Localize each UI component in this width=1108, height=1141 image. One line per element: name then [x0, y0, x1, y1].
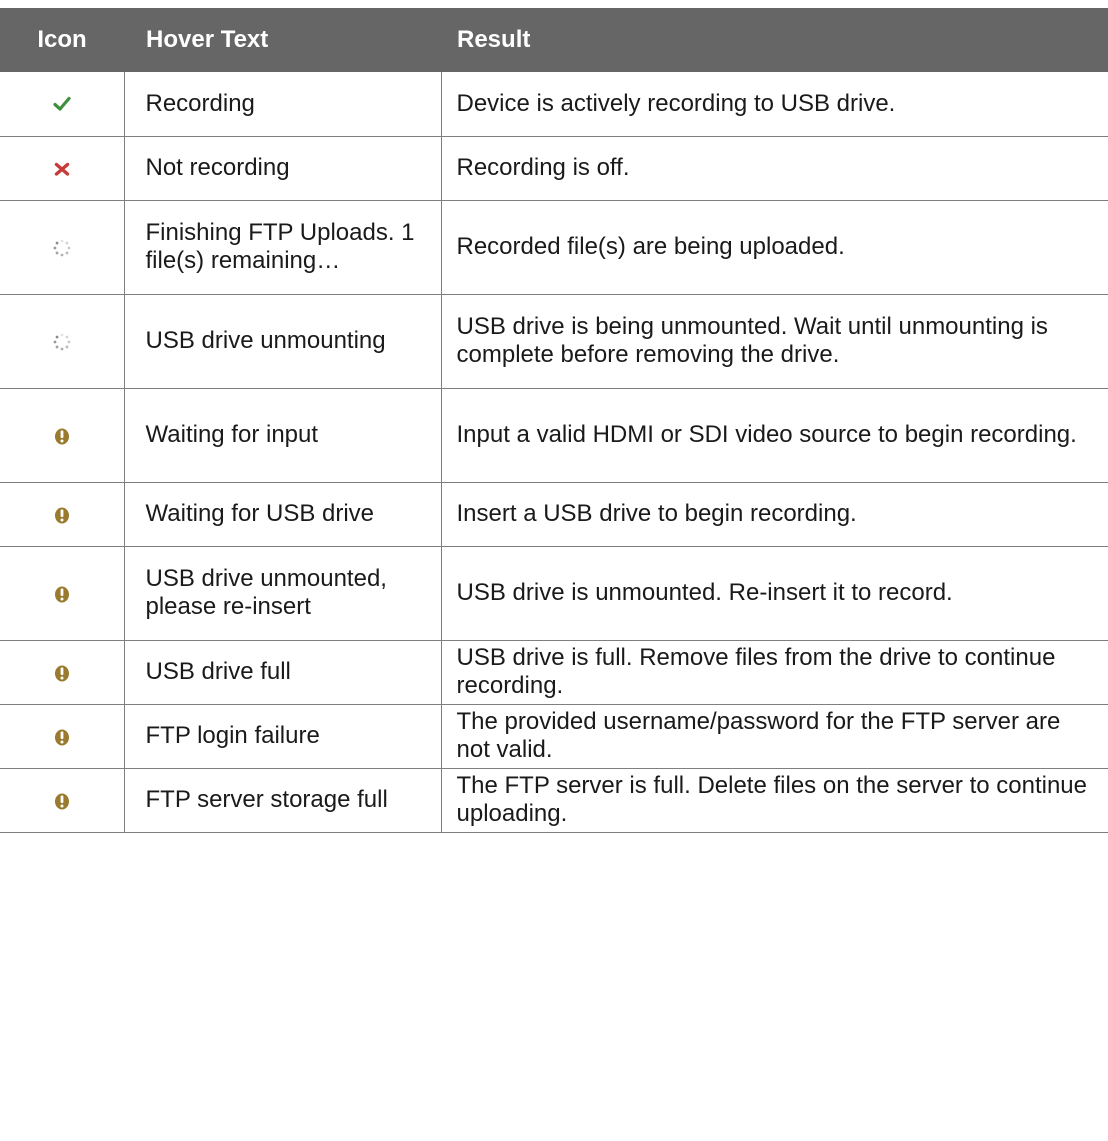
hover-text-cell: USB drive unmounted, please re-insert [124, 546, 442, 641]
warning-icon [51, 504, 73, 526]
hover-text-cell: USB drive full [124, 640, 442, 705]
x-icon [51, 158, 73, 180]
spinner-icon [51, 237, 73, 259]
hover-text-cell: FTP login failure [124, 704, 442, 769]
table-row: USB drive unmounted, please re-insert US… [0, 546, 1108, 641]
status-icon-table: Icon Hover Text Result Recording Device … [0, 8, 1108, 833]
table-row: Waiting for USB drive Insert a USB drive… [0, 482, 1108, 547]
table-body: Recording Device is actively recording t… [0, 72, 1108, 833]
icon-cell [0, 200, 125, 295]
icon-cell [0, 388, 125, 483]
table-row: USB drive full USB drive is full. Remove… [0, 640, 1108, 705]
table-row: FTP login failure The provided username/… [0, 704, 1108, 769]
hover-text-cell: Recording [124, 72, 442, 137]
warning-icon [51, 583, 73, 605]
icon-cell [0, 704, 125, 769]
icon-cell [0, 482, 125, 547]
result-cell: Recorded file(s) are being uploaded. [441, 200, 1108, 295]
table-row: Waiting for input Input a valid HDMI or … [0, 388, 1108, 483]
icon-cell [0, 72, 125, 137]
icon-cell [0, 640, 125, 705]
hover-text-cell: Not recording [124, 136, 442, 201]
header-hover-text: Hover Text [124, 8, 441, 72]
icon-cell [0, 294, 125, 389]
result-cell: Device is actively recording to USB driv… [441, 72, 1108, 137]
warning-icon [51, 425, 73, 447]
icon-cell [0, 768, 125, 833]
result-cell: USB drive is full. Remove files from the… [441, 640, 1108, 705]
header-row: Icon Hover Text Result [0, 8, 1108, 72]
hover-text-cell: Waiting for USB drive [124, 482, 442, 547]
warning-icon [51, 790, 73, 812]
hover-text-cell: FTP server storage full [124, 768, 442, 833]
result-cell: The provided username/password for the F… [441, 704, 1108, 769]
result-cell: The FTP server is full. Delete files on … [441, 768, 1108, 833]
warning-icon [51, 726, 73, 748]
hover-text-cell: Finishing FTP Uploads. 1 file(s) remaini… [124, 200, 442, 295]
result-cell: Input a valid HDMI or SDI video source t… [441, 388, 1108, 483]
icon-cell [0, 546, 125, 641]
result-cell: USB drive is unmounted. Re-insert it to … [441, 546, 1108, 641]
table-row: Finishing FTP Uploads. 1 file(s) remaini… [0, 200, 1108, 295]
table-row: FTP server storage full The FTP server i… [0, 768, 1108, 833]
warning-icon [51, 662, 73, 684]
result-cell: Insert a USB drive to begin recording. [441, 482, 1108, 547]
table-row: USB drive unmounting USB drive is being … [0, 294, 1108, 389]
header-icon: Icon [0, 8, 124, 72]
hover-text-cell: Waiting for input [124, 388, 442, 483]
header-result: Result [441, 8, 1108, 72]
table-header: Icon Hover Text Result [0, 8, 1108, 72]
spinner-icon [51, 331, 73, 353]
hover-text-cell: USB drive unmounting [124, 294, 442, 389]
result-cell: Recording is off. [441, 136, 1108, 201]
table-row: Not recording Recording is off. [0, 136, 1108, 201]
result-cell: USB drive is being unmounted. Wait until… [441, 294, 1108, 389]
table-row: Recording Device is actively recording t… [0, 72, 1108, 137]
check-icon [51, 93, 73, 115]
icon-cell [0, 136, 125, 201]
page: Icon Hover Text Result Recording Device … [0, 0, 1108, 833]
